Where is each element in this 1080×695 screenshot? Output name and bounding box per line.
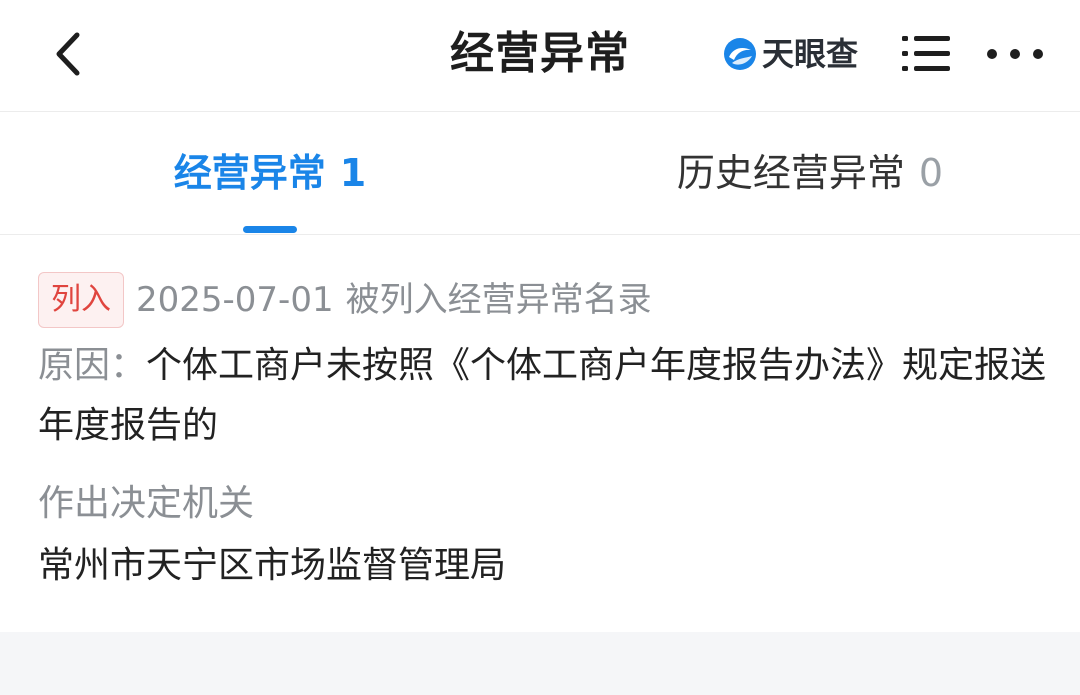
reason-label: 原因：	[38, 345, 147, 386]
status-badge: 列入	[38, 272, 124, 328]
tab-bar: 经营异常 1 历史经营异常 0	[0, 113, 1080, 235]
more-dots-icon	[987, 49, 1043, 59]
active-tab-indicator	[243, 226, 297, 233]
reason-text: 个体工商户未按照《个体工商户年度报告办法》规定报送年度报告的	[38, 345, 1047, 446]
authority-label: 作出决定机关	[38, 483, 255, 524]
reason-text-block: 原因：个体工商户未按照《个体工商户年度报告办法》规定报送年度报告的	[38, 336, 1048, 456]
page-background-area	[0, 632, 1080, 695]
tab-historical-abnormal-operation[interactable]: 历史经营异常 0	[640, 113, 980, 233]
record-header: 列入 2025-07-01 被列入经营异常名录	[38, 272, 652, 328]
authority-value: 常州市天宁区市场监督管理局	[38, 545, 507, 586]
record-date: 2025-07-01	[136, 280, 334, 320]
more-options-button[interactable]	[982, 30, 1048, 78]
menu-button[interactable]	[898, 30, 954, 78]
record-description: 被列入经营异常名录	[345, 280, 652, 320]
brand-logo-link[interactable]: 天眼查	[722, 32, 858, 76]
tab-label: 经营异常	[173, 151, 326, 195]
app-screen: 经营异常 天眼查 经营异常 1 历史经营异常 0 列入 2025-07-01 被…	[0, 0, 1080, 695]
tianyancha-logo-icon	[724, 38, 756, 70]
tab-label: 历史经营异常	[676, 151, 905, 195]
tab-count: 1	[339, 151, 367, 195]
menu-list-icon	[902, 36, 950, 71]
brand-name: 天眼查	[762, 35, 859, 73]
tab-count: 0	[918, 151, 944, 195]
abnormal-record-card[interactable]: 列入 2025-07-01 被列入经营异常名录 原因：个体工商户未按照《个体工商…	[0, 236, 1080, 632]
top-navigation-bar: 经营异常 天眼查	[0, 0, 1080, 112]
tab-abnormal-operation[interactable]: 经营异常 1	[130, 113, 410, 233]
